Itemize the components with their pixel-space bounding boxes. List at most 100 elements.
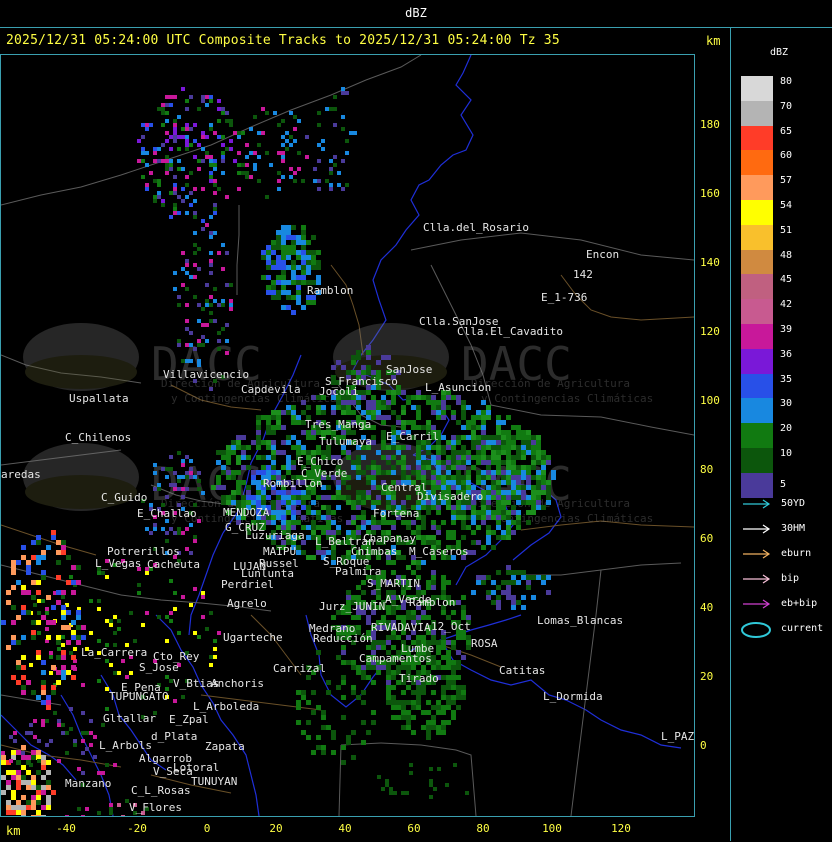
place-label: Capdevila [241,383,301,396]
track-legend-item[interactable]: 50YD [741,497,826,511]
place-label: Anchoris [211,677,264,690]
radar-map[interactable]: DACC Dirección de Agricultura y Contingenc… [0,54,695,835]
place-label: Reducción [313,632,373,645]
y-tick-label: 160 [700,187,720,200]
legend-swatch [741,299,773,325]
legend-level-label: 80 [780,76,793,87]
legend-level-label: 70 [780,100,793,112]
place-label: S_Jose [139,661,179,674]
legend-swatch [741,423,773,449]
place-label: Carrizal [273,662,326,675]
legend-swatch [741,373,773,399]
y-tick-label: 140 [700,256,720,269]
place-label: Divisadero [417,490,483,503]
place-label: RIVADAVIA [371,621,431,634]
legend-level-label: 39 [780,324,793,335]
y-tick-label: 180 [700,118,720,131]
track-label: bip [781,573,800,584]
place-label: La_Carrera [81,646,147,659]
x-axis-unit: km [6,824,21,838]
legend-swatch [741,348,773,374]
arrow-icon [743,499,771,509]
track-label: 50YD [781,498,806,509]
place-label: Ramblon [307,284,353,297]
legend-level-label: 20 [780,423,793,435]
track-legend-item[interactable]: 30HM [741,522,826,536]
y-tick-label: 80 [700,463,714,476]
y-tick-label: 60 [700,532,714,545]
track-label: eburn [781,548,812,559]
radar-display: dBZ 2025/12/31 05:24:00 UTC Composite Tr… [0,0,832,842]
place-label: Gltallar [103,712,156,725]
place-label: Uspallata [69,392,129,405]
legend-swatch [741,125,773,151]
x-tick-label: 100 [542,822,562,835]
place-label: Manzano [65,777,111,790]
legend-title: dBZ [770,47,789,58]
place-label: C_L_Rosas [131,784,191,797]
ellipse-icon [741,622,771,638]
y-tick-label: 100 [700,394,720,407]
place-label: Encon [586,248,619,261]
place-label: C_Chilenos [65,431,131,444]
legend-swatch [741,398,773,424]
place-label: Luzuriaga [245,529,305,542]
legend-level-label: 36 [780,348,793,360]
track-legend-item[interactable]: current [741,622,826,638]
legend-level-label: 54 [780,200,793,211]
legend-swatch [741,76,773,101]
place-label: E_Challao [137,507,197,520]
place-label: S_MARTIN [367,577,420,590]
place-label: Lomas_Blancas [537,614,623,627]
x-tick-label: 40 [338,822,352,835]
place-label: TUNUYAN [191,775,237,788]
x-tick-label: -20 [127,822,147,835]
place-label: Tulumaya [319,435,372,448]
place-label: Agrelo [227,597,267,610]
legend-swatch [741,324,773,349]
arrow-icon [743,599,771,609]
place-label: Tirado [399,672,439,685]
place-label: Perdriel [221,578,274,591]
place-label: SanJose [386,363,432,376]
place-label: Cacheuta [147,558,200,571]
track-legend-item[interactable]: eburn [741,547,826,561]
track-legend-item[interactable]: eb+bip [741,597,826,611]
arrow-icon [743,524,771,534]
place-label: L_Vegas [95,557,141,570]
legend-level-label: 30 [780,398,793,410]
place-label: Clla.del_Rosario [423,221,529,234]
legend-swatch [741,274,773,300]
place-label: V_Flores [129,801,182,814]
place-label: E_1-736 [541,291,587,304]
legend-swatch [741,200,773,225]
arrow-icon [743,574,771,584]
place-label: E_Carril [386,430,439,443]
track-legend-item[interactable]: bip [741,572,826,586]
legend-swatch [741,249,773,275]
place-label: L_Dormida [543,690,603,703]
legend-level-label: 45 [780,274,793,286]
window-title: dBZ [0,0,832,28]
legend-level-label: 51 [780,224,793,236]
place-label: E_Zpal [169,713,209,726]
place-label: Chapanay [363,532,416,545]
legend-level-label: 10 [780,448,793,459]
x-tick-label: 120 [611,822,631,835]
place-label: L_PAZ [661,730,694,743]
place-label: Catitas [499,664,545,677]
place-label: Ramblon [409,596,455,609]
arrow-icon [743,549,771,559]
legend-level-label: 65 [780,125,793,137]
place-label: Fortena [373,507,419,520]
place-label: Ugarteche [223,631,283,644]
x-tick-label: 20 [269,822,283,835]
place-label: d_Plata [151,730,197,743]
place-label: Jurz_JUNIN [319,600,385,613]
track-label: 30HM [781,523,806,534]
track-label: eb+bip [781,598,818,609]
y-axis-unit: km [706,34,721,48]
place-label: C_Guido [101,491,147,504]
place-label: L_Arbols [99,739,152,752]
y-tick-label: 20 [700,670,714,683]
